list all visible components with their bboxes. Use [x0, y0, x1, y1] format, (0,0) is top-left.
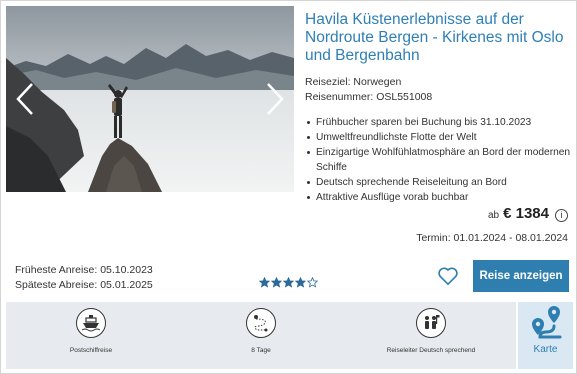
price-block: ab € 1384 i — [488, 205, 568, 222]
price-amount: € 1384 — [503, 205, 549, 222]
footer-item-label: Reiseleiter Deutsch sprechend — [386, 347, 476, 354]
map-label: Karte — [533, 344, 558, 355]
earliest-arrival-text: Früheste Anreise: 05.10.2023 — [15, 264, 153, 276]
feature-item: Deutsch sprechende Reiseleitung an Bord — [305, 175, 573, 190]
heart-icon[interactable] — [437, 266, 459, 286]
feature-footer: Postschiffreise 8 Tage Reiseleiter Deuts… — [6, 302, 516, 369]
ship-icon — [81, 315, 101, 332]
price-prefix: ab — [487, 210, 500, 221]
tour-card: Havila Küstenerlebnisse auf der Nordrout… — [0, 0, 577, 374]
guide-icon — [425, 315, 440, 329]
travel-dates: Früheste Anreise: 05.10.2023 Späteste Ab… — [15, 263, 153, 293]
map-pin-icon — [531, 306, 561, 339]
footer-item-label: 8 Tage — [251, 347, 271, 354]
star-rating — [259, 277, 318, 288]
star-filled-icon — [259, 277, 270, 288]
footer-item-guide: Reiseleiter Deutsch sprechend — [346, 302, 516, 369]
mountain-photo-image — [6, 6, 294, 192]
tour-title[interactable]: Havila Küstenerlebnisse auf der Nordrout… — [305, 11, 567, 65]
footer-item-ship: Postschiffreise — [6, 302, 176, 369]
tour-photo — [6, 6, 294, 192]
termin-text: Termin: 01.01.2024 - 08.01.2024 — [416, 232, 568, 244]
destination-text: Reiseziel: Norwegen — [305, 76, 402, 88]
chevron-right-icon[interactable] — [264, 82, 286, 116]
footer-item-label: Postschiffreise — [69, 347, 113, 354]
feature-item: Einzigartige Wohlfühlatmosphäre an Bord … — [305, 145, 573, 175]
star-filled-icon — [283, 277, 294, 288]
feature-list: Frühbucher sparen bei Buchung bis 31.10.… — [305, 115, 573, 205]
show-trip-button[interactable]: Reise anzeigen — [473, 260, 569, 292]
feature-item: Attraktive Ausflüge vorab buchbar — [305, 190, 573, 205]
map-button[interactable]: Karte — [518, 302, 573, 369]
tour-meta: Reiseziel: Norwegen Reisenummer: OSL5510… — [305, 75, 432, 105]
latest-departure-text: Späteste Abreise: 05.01.2025 — [15, 279, 153, 291]
tour-number-text: Reisenummer: OSL551008 — [305, 91, 433, 103]
route-icon — [254, 315, 268, 332]
feature-item: Frühbucher sparen bei Buchung bis 31.10.… — [305, 115, 573, 130]
star-filled-icon — [295, 277, 306, 288]
star-empty-icon — [307, 277, 318, 288]
chevron-left-icon[interactable] — [14, 82, 36, 116]
feature-item: Umweltfreundlichste Flotte der Welt — [305, 130, 573, 145]
info-icon[interactable]: i — [555, 209, 568, 222]
star-filled-icon — [271, 277, 282, 288]
footer-item-duration: 8 Tage — [176, 302, 346, 369]
